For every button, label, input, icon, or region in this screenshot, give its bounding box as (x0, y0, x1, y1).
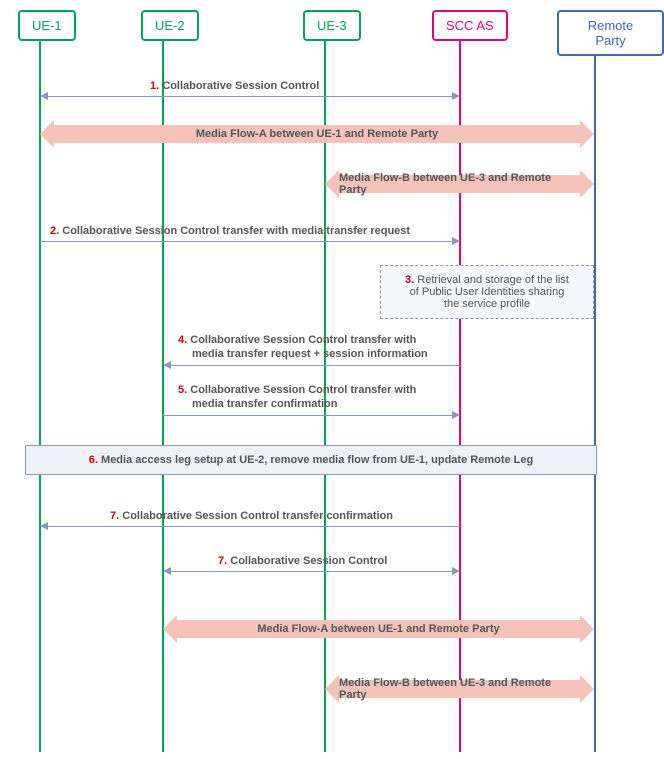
msg-5-label: 5. Collaborative Session Control transfe… (178, 383, 416, 411)
lifeline-scc (459, 40, 461, 752)
media-flow-a-1: Media Flow-A between UE-1 and Remote Par… (54, 125, 580, 143)
participant-ue1: UE-1 (18, 10, 76, 41)
msg-1-arrow (48, 96, 452, 97)
lifeline-remote (594, 40, 596, 752)
msg-2-label: 2. Collaborative Session Control transfe… (50, 225, 410, 237)
msg-7b-arrow (171, 571, 452, 572)
msg-5-arrow (163, 415, 452, 416)
msg-1-label: 1. Collaborative Session Control (150, 80, 319, 92)
msg-7a-label: 7. Collaborative Session Control transfe… (110, 510, 393, 522)
media-flow-b-1: Media Flow-B between UE-3 and Remote Par… (339, 175, 580, 193)
participant-ue3: UE-3 (303, 10, 361, 41)
media-flow-b-2: Media Flow-B between UE-3 and Remote Par… (339, 680, 580, 698)
msg-7a-arrow (48, 526, 460, 527)
msg-7b-head-r (452, 567, 460, 575)
msg-7a-head-l (40, 522, 48, 530)
participant-scc: SCC AS (432, 10, 508, 41)
media-flow-a-2: Media Flow-A between UE-1 and Remote Par… (177, 620, 580, 638)
msg-4-label: 4. Collaborative Session Control transfe… (178, 333, 428, 361)
msg-2-arrow (40, 241, 452, 242)
sequence-diagram: UE-1 UE-2 UE-3 SCC AS Remote Party 1. Co… (0, 0, 664, 759)
msg-4-arrow (171, 365, 460, 366)
msg-1-head-l (40, 92, 48, 100)
participant-ue2: UE-2 (141, 10, 199, 41)
lifeline-ue2 (162, 40, 164, 752)
note-3: 3. Retrieval and storage of the list of … (380, 265, 594, 319)
msg-5-head-r (452, 411, 460, 419)
participant-remote: Remote Party (557, 10, 664, 56)
msg-7b-head-l (163, 567, 171, 575)
msg-2-head-r (452, 237, 460, 245)
msg-1-head-r (452, 92, 460, 100)
msg-4-head-l (163, 361, 171, 369)
msg-7b-label: 7. Collaborative Session Control (218, 555, 387, 567)
note-6: 6. Media access leg setup at UE-2, remov… (25, 445, 597, 475)
